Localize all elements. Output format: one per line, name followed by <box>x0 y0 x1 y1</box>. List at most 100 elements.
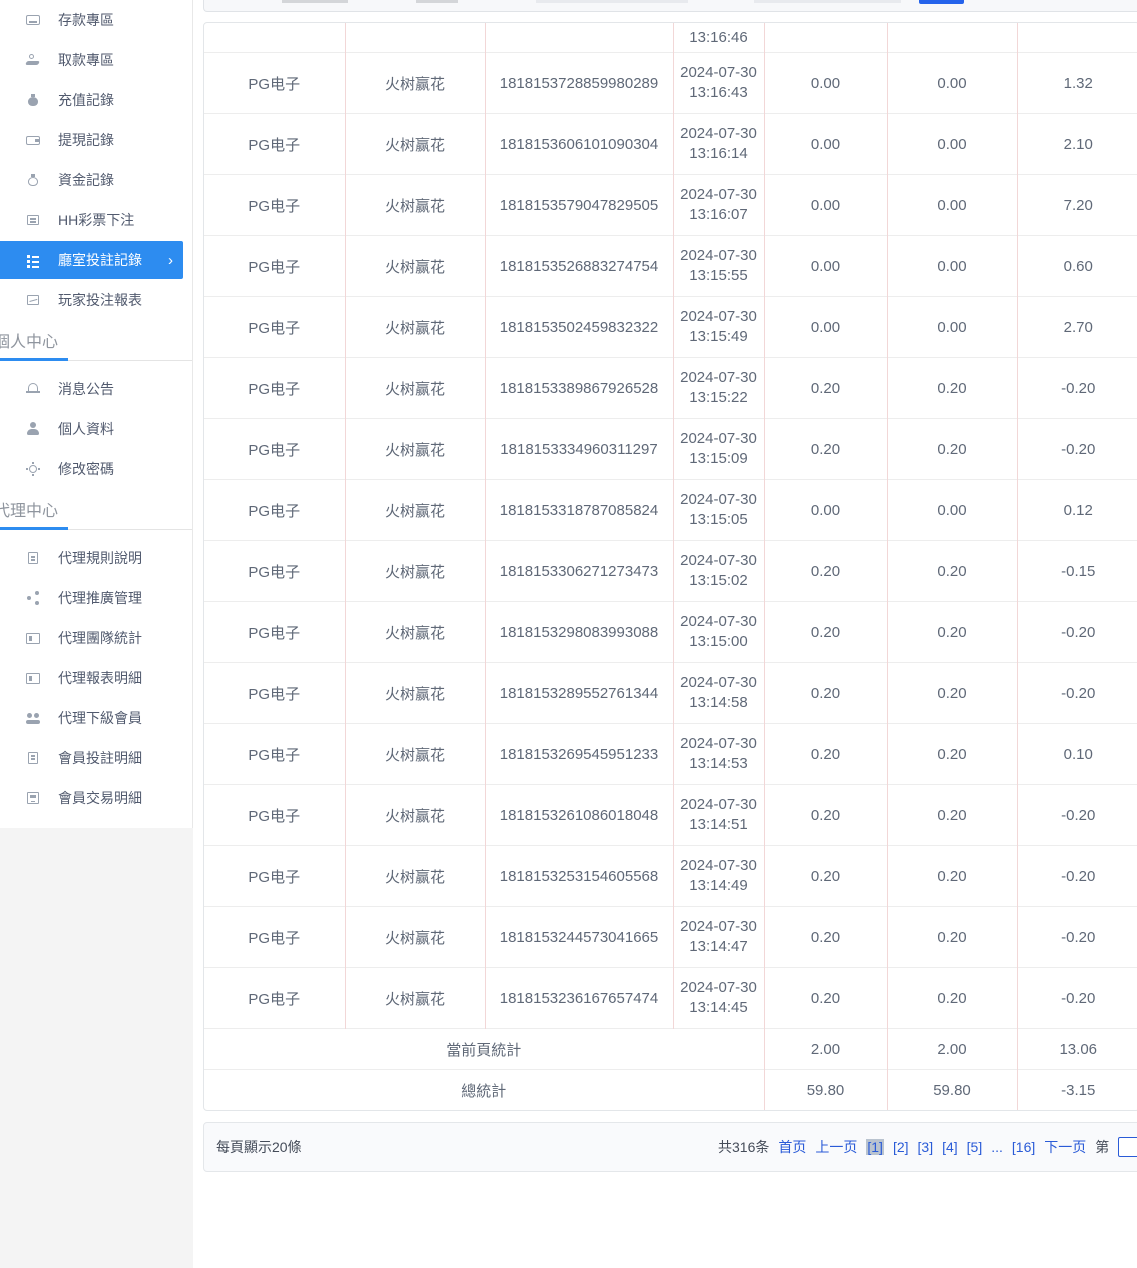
page-link[interactable]: [5] <box>967 1139 983 1155</box>
sidebar-item[interactable]: 修改密碼 <box>0 449 192 489</box>
sidebar-item[interactable]: 資金記錄 <box>0 160 192 200</box>
cell-bet-id: 1818153606101090304 <box>485 114 673 175</box>
user-icon <box>25 421 41 437</box>
first-page-link[interactable]: 首页 <box>778 1137 806 1157</box>
cell-valid-bet: 0.00 <box>887 114 1017 175</box>
sidebar-item-label: 資金記錄 <box>58 170 114 190</box>
sidebar-menu-agent: 代理規則說明 代理推廣管理 代理團隊統計 代理報表明細 代理下級會員 <box>0 538 192 818</box>
cell-platform: PG电子 <box>204 175 345 236</box>
sidebar-item-label: 取款專區 <box>58 50 114 70</box>
cell-platform <box>204 23 345 53</box>
cell-win-loss: 2.10 <box>1017 114 1137 175</box>
file-lines-icon <box>25 750 41 766</box>
bet-records-table-container: 13:16:46 PG电子 火树赢花 1818153728859980289 2… <box>203 22 1137 1111</box>
cell-valid-bet: 0.00 <box>887 297 1017 358</box>
time-text: 13:14:49 <box>676 876 762 896</box>
page-link[interactable]: [1] <box>866 1139 884 1155</box>
lottery-bet-icon <box>25 212 41 228</box>
jump-page-input[interactable] <box>1118 1137 1137 1157</box>
table-row: PG电子 火树赢花 1818153502459832322 2024-07-30… <box>204 297 1137 358</box>
sidebar-item[interactable]: 個人資料 <box>0 409 192 449</box>
filter-input-remnant[interactable] <box>416 0 458 3</box>
filter-bar-clipped <box>203 0 1137 12</box>
cell-game: 火树赢花 <box>345 541 485 602</box>
total-summary-bet: 59.80 <box>764 1070 887 1111</box>
cell-valid-bet: 0.20 <box>887 785 1017 846</box>
sidebar-item[interactable]: 玩家投注報表 <box>0 280 192 320</box>
page-link[interactable]: [3] <box>918 1139 934 1155</box>
time-text: 13:15:55 <box>676 266 762 286</box>
sidebar-item[interactable]: 提現記錄 <box>0 120 192 160</box>
page-links: [1] [2] [3] [4] [5] ... [16] <box>866 1139 1035 1155</box>
time-text: 13:15:09 <box>676 449 762 469</box>
file-block-icon <box>25 790 41 806</box>
section-title-personal-center: 個人中心 <box>0 328 192 358</box>
section-title-agent-center: 代理中心 <box>0 497 192 527</box>
date-text: 2024-07-30 <box>676 63 762 83</box>
table-row: PG电子 火树赢花 1818153334960311297 2024-07-30… <box>204 419 1137 480</box>
cell-bet-amount: 0.20 <box>764 907 887 968</box>
cell-datetime: 2024-07-30 13:15:55 <box>673 236 764 297</box>
clipped-top-row: 13:16:46 <box>204 23 1137 53</box>
date-text: 2024-07-30 <box>676 734 762 754</box>
cell-valid-bet <box>887 23 1017 53</box>
sidebar-item[interactable]: 代理團隊統計 <box>0 618 192 658</box>
page-summary-bet: 2.00 <box>764 1029 887 1070</box>
page-link[interactable]: ... <box>991 1139 1003 1155</box>
page-link[interactable]: [4] <box>942 1139 958 1155</box>
cell-bet-amount: 0.00 <box>764 53 887 114</box>
filter-input-remnant[interactable] <box>282 0 348 3</box>
cell-datetime: 2024-07-30 13:15:49 <box>673 297 764 358</box>
cell-win-loss: 1.32 <box>1017 53 1137 114</box>
page-link[interactable]: [16] <box>1012 1139 1035 1155</box>
cell-platform: PG电子 <box>204 358 345 419</box>
date-text: 2024-07-30 <box>676 307 762 327</box>
sidebar-item[interactable]: 廳室投註記錄 › <box>0 241 183 279</box>
sidebar-item[interactable]: 代理規則說明 <box>0 538 192 578</box>
cell-bet-amount: 0.20 <box>764 724 887 785</box>
sidebar-item-label: 修改密碼 <box>58 459 114 479</box>
cell-bet-id: 1818153526883274754 <box>485 236 673 297</box>
sidebar-item[interactable]: 存款專區 <box>0 0 192 40</box>
cell-platform: PG电子 <box>204 114 345 175</box>
sidebar-item[interactable]: 代理報表明細 <box>0 658 192 698</box>
filter-input-remnant[interactable] <box>754 0 901 3</box>
sidebar-item[interactable]: 充值記錄 <box>0 80 192 120</box>
cell-bet-amount: 0.20 <box>764 663 887 724</box>
time-text: 13:14:51 <box>676 815 762 835</box>
sidebar-item[interactable]: 會員投註明細 <box>0 738 192 778</box>
time-text: 13:15:05 <box>676 510 762 530</box>
search-button-remnant[interactable] <box>919 0 964 4</box>
sidebar-item[interactable]: 代理推廣管理 <box>0 578 192 618</box>
cell-bet-id: 1818153579047829505 <box>485 175 673 236</box>
cell-valid-bet: 0.20 <box>887 419 1017 480</box>
cell-game: 火树赢花 <box>345 663 485 724</box>
date-text: 2024-07-30 <box>676 856 762 876</box>
funds-record-icon <box>25 172 41 188</box>
page-link[interactable]: [2] <box>893 1139 909 1155</box>
sidebar-item[interactable]: 取款專區 <box>0 40 192 80</box>
next-page-link[interactable]: 下一页 <box>1044 1137 1086 1157</box>
jump-prefix-label: 第 <box>1095 1137 1109 1157</box>
cell-datetime: 2024-07-30 13:14:45 <box>673 968 764 1029</box>
cell-datetime: 2024-07-30 13:16:43 <box>673 53 764 114</box>
sidebar-item-label: 代理推廣管理 <box>58 588 142 608</box>
filter-input-remnant[interactable] <box>536 0 688 3</box>
idcard-icon <box>25 630 41 646</box>
cell-datetime: 2024-07-30 13:15:02 <box>673 541 764 602</box>
section-divider <box>0 358 192 361</box>
sidebar-item[interactable]: 會員交易明細 <box>0 778 192 818</box>
doc-icon <box>25 550 41 566</box>
cell-bet-id: 1818153261086018048 <box>485 785 673 846</box>
table-row: PG电子 火树赢花 1818153269545951233 2024-07-30… <box>204 724 1137 785</box>
total-summary-row: 總統計 59.80 59.80 -3.15 <box>204 1070 1137 1111</box>
sidebar-item[interactable]: 代理下級會員 <box>0 698 192 738</box>
cell-win-loss: -0.20 <box>1017 968 1137 1029</box>
pagination-controls: 共316条 首页 上一页 [1] [2] [3] [4] [5] ... [16… <box>718 1137 1137 1157</box>
prev-page-link[interactable]: 上一页 <box>815 1137 857 1157</box>
chevron-right-icon: › <box>168 253 173 268</box>
sidebar-item[interactable]: 消息公告 <box>0 369 192 409</box>
cell-bet-amount: 0.00 <box>764 297 887 358</box>
cell-bet-id: 1818153289552761344 <box>485 663 673 724</box>
sidebar-item[interactable]: HH彩票下注 <box>0 200 192 240</box>
